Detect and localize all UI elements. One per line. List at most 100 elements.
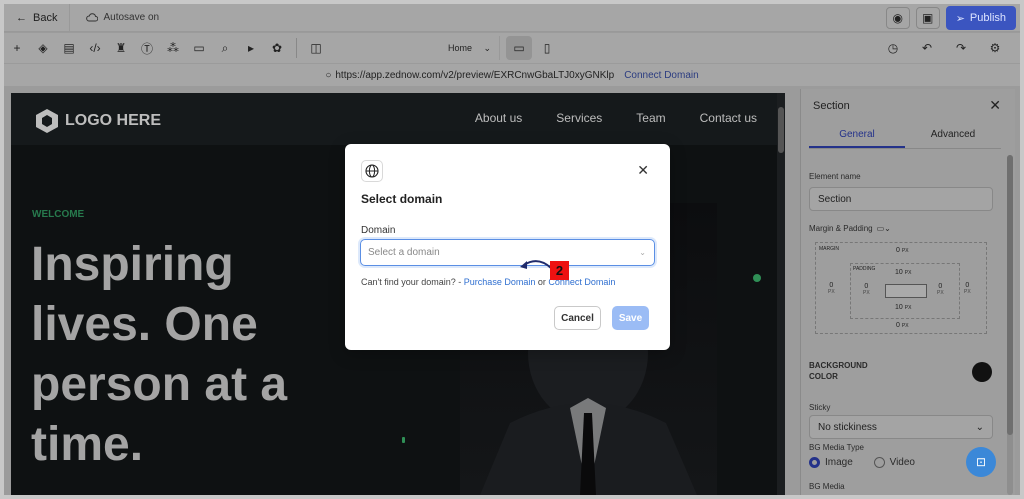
close-icon[interactable]: ✕ [637,162,649,179]
radio-unchecked-icon [873,457,885,468]
monitor-icon[interactable]: ▭⌄ [877,224,891,233]
page-select[interactable]: Home ⌄ [440,36,500,60]
margin-right[interactable]: 0 PX [964,282,971,295]
mobile-view-button[interactable]: ▯ [534,36,560,60]
settings-button[interactable]: ⚙ [982,36,1008,60]
nav-services[interactable]: Services [556,111,602,125]
close-icon[interactable]: ✕ [989,97,1001,114]
back-button[interactable]: ← Back [4,4,71,31]
panel-tabs: General Advanced [809,129,1001,149]
paint-button[interactable]: ♜ [108,36,134,60]
hexagon-logo-icon [36,109,58,133]
layout-icon: ▭ [193,41,205,55]
add-element-button[interactable]: + [4,36,30,60]
domain-select[interactable]: Select a domain ⌄ [360,239,655,266]
background-color-swatch[interactable] [972,362,992,382]
text-button[interactable]: Ⓣ [134,36,160,60]
code-icon: ‹/› [89,41,101,55]
preview-button[interactable]: ◉ [885,7,910,29]
padding-left-unit: PX [863,290,870,296]
panel-title: Section [813,100,850,112]
margin-bottom[interactable]: 0 PX [896,322,909,329]
panel-scrollbar[interactable] [1007,155,1013,495]
nav-team[interactable]: Team [636,111,665,125]
element-name-value: Section [818,193,852,205]
padding-box: PADDING 10 PX 0 PX 10 PX 0 PX [850,263,960,319]
history-button[interactable]: ◷ [880,36,906,60]
domain-label: Domain [361,225,396,236]
preview-url-bar: ○ https://app.zednow.com/v2/preview/EXRC… [4,64,1020,86]
tab-general[interactable]: General [809,129,905,148]
panel-scroll-thumb[interactable] [1007,155,1013,435]
preview-url[interactable]: https://app.zednow.com/v2/preview/EXRCnw… [335,70,614,81]
layout-button[interactable]: ▭ [186,36,212,60]
desktop-view-button[interactable]: ▭ [506,36,532,60]
purchase-domain-link[interactable]: Purchase Domain [464,277,536,287]
top-bar: ← Back Autosave on ◉ ▣ ➢ Publish [4,4,1020,32]
layers-button[interactable]: ◈ [30,36,56,60]
floppy-icon: ▣ [922,11,934,25]
pages-button[interactable]: ▤ [56,36,82,60]
cancel-button[interactable]: Cancel [554,306,601,330]
nav-about[interactable]: About us [475,111,522,125]
shapes-button[interactable]: ⁂ [160,36,186,60]
connect-domain-link[interactable]: Connect Domain [624,70,698,81]
tab-advanced[interactable]: Advanced [905,129,1001,148]
save-button[interactable]: Save [612,306,649,330]
palette-button[interactable]: ✿ [264,36,290,60]
send-icon: ➢ [955,12,965,25]
padding-right[interactable]: 0 PX [937,283,944,296]
radio-video-label: Video [889,457,915,469]
nav-contact[interactable]: Contact us [700,111,757,125]
site-logo[interactable]: LOGO HERE [35,108,161,134]
margin-bottom-unit: PX [901,323,909,329]
padding-top-value: 10 [895,269,903,276]
carousel-indicator[interactable] [402,437,405,443]
margin-top[interactable]: 0 PX [896,247,909,254]
bg-media-type-label: BG Media Type [809,443,864,452]
slider-dot[interactable] [753,274,761,282]
logo-text: LOGO HERE [65,112,162,129]
undo-button[interactable]: ↶ [914,36,940,60]
canvas-scroll-thumb[interactable] [778,107,784,153]
element-name-label: Element name [809,172,861,181]
palette-icon: ✿ [271,41,283,55]
canvas-scrollbar[interactable] [777,93,785,495]
help-prefix: Can't find your domain? - [361,277,462,287]
padding-top[interactable]: 10 PX [895,269,911,276]
sticky-select[interactable]: No stickiness ⌄ [809,415,993,439]
redo-button[interactable]: ↷ [948,36,974,60]
padding-left[interactable]: 0 PX [863,283,870,296]
margin-padding-label: Margin & Padding [809,224,873,233]
sticky-value: No stickiness [818,421,877,433]
site-header: LOGO HERE About us Services Team Contact… [11,93,785,145]
padding-left-value: 0 [864,283,869,290]
save-icon-button[interactable]: ▣ [915,7,940,29]
welcome-label: WELCOME [32,209,85,220]
layers-icon: ◈ [38,41,48,55]
help-chat-button[interactable]: ⊡ [966,447,996,477]
radio-image[interactable]: Image [809,457,853,468]
element-name-input[interactable]: Section [809,187,993,211]
terminal-button[interactable]: ▸ [238,36,264,60]
media-type-options: Image Video [809,457,915,468]
padding-bottom[interactable]: 10 PX [895,304,911,311]
code-button[interactable]: ‹/› [82,36,108,60]
properties-panel: Section ✕ General Advanced Element name … [800,89,1015,495]
sidebar-toggle-button[interactable]: ◫ [303,36,329,60]
publish-button[interactable]: ➢ Publish [945,6,1016,30]
padding-right-value: 0 [938,283,943,290]
radio-image-label: Image [825,457,853,469]
background-color-label: BACKGROUND COLOR [809,361,868,381]
margin-left[interactable]: 0 PX [828,282,835,295]
radio-checked-icon [809,457,820,468]
chevron-down-icon: ⌄ [639,248,646,257]
annotation-arrow-icon [520,260,552,269]
seo-button[interactable]: ⌕ [212,36,238,60]
toolbar: + ◈ ▤ ‹/› ♜ Ⓣ ⁂ ▭ ⌕ ▸ ✿ ◫ Home ⌄ ▭ ▯ ◷ ↶… [4,33,1020,63]
box-model-editor: MARGIN 0 PX 0 PX 0 PX 0 PX PADDING 10 PX 0… [815,242,987,334]
redo-icon: ↷ [955,41,967,55]
padding-top-unit: PX [904,270,912,276]
radio-video[interactable]: Video [873,457,915,469]
headline-line: lives. One [31,298,258,351]
